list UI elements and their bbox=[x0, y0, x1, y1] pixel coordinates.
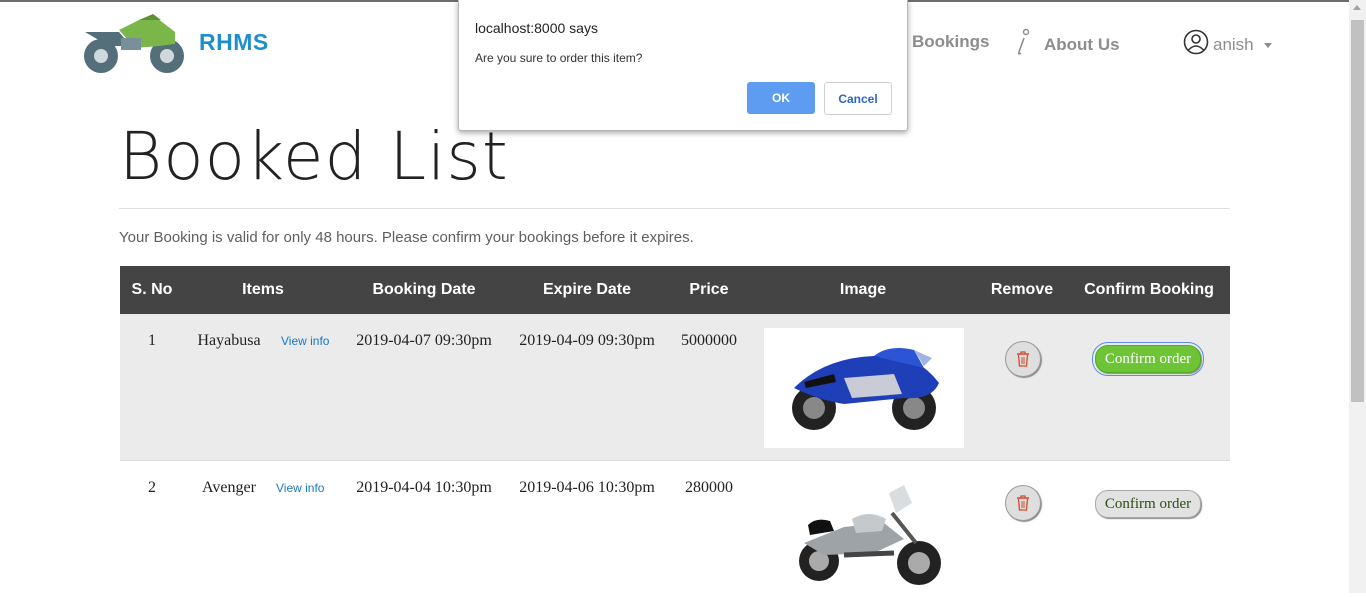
nav-bookings-label: Bookings bbox=[912, 32, 990, 51]
scrollbar-thumb[interactable] bbox=[1351, 20, 1364, 402]
logo[interactable] bbox=[79, 12, 189, 74]
col-confirm-booking: Confirm Booking bbox=[1084, 281, 1214, 298]
col-booking-date: Booking Date bbox=[372, 281, 476, 298]
row-booking-date: 2019-04-07 09:30pm bbox=[356, 332, 492, 349]
nav-about-link[interactable]: About Us bbox=[1014, 28, 1120, 61]
trash-icon bbox=[1017, 351, 1029, 367]
nav-bookings-link[interactable]: Bookings bbox=[896, 32, 989, 52]
info-icon bbox=[1014, 28, 1032, 61]
view-info-link[interactable]: View info bbox=[276, 481, 324, 495]
confirm-order-button[interactable]: Confirm order bbox=[1092, 342, 1204, 376]
dialog-title: localhost:8000 says bbox=[475, 20, 598, 36]
chevron-down-icon bbox=[1263, 43, 1272, 48]
row-price: 5000000 bbox=[681, 332, 737, 349]
row-expire-date: 2019-04-06 10:30pm bbox=[519, 479, 655, 496]
remove-button[interactable] bbox=[1005, 485, 1041, 521]
col-remove: Remove bbox=[990, 281, 1054, 298]
table-row: 2 Avenger View info 2019-04-04 10:30pm 2… bbox=[120, 461, 1230, 593]
col-image: Image bbox=[839, 281, 887, 298]
row-expire-date: 2019-04-09 09:30pm bbox=[519, 332, 655, 349]
silver-cruiser-motorcycle-image bbox=[799, 485, 941, 585]
table-row: 1 Hayabusa View info 2019-04-07 09:30pm … bbox=[120, 314, 1230, 461]
user-name: anish bbox=[1213, 34, 1254, 54]
row-price: 280000 bbox=[685, 479, 733, 496]
dialog-message: Are you sure to order this item? bbox=[475, 51, 643, 65]
col-price: Price bbox=[689, 281, 729, 298]
bike-image bbox=[764, 473, 964, 593]
confirm-dialog: localhost:8000 says Are you sure to orde… bbox=[458, 0, 908, 131]
ok-button[interactable]: OK bbox=[747, 82, 815, 114]
bike-image bbox=[764, 328, 964, 448]
page-scrollbar[interactable] bbox=[1349, 0, 1366, 593]
blue-sport-motorcycle-image bbox=[792, 348, 939, 430]
view-info-link[interactable]: View info bbox=[281, 334, 329, 348]
table-header: S. No Items Booking Date Expire Date Pri… bbox=[120, 266, 1230, 314]
confirm-order-button[interactable]: Confirm order bbox=[1095, 490, 1201, 518]
row-item-name: Hayabusa bbox=[197, 332, 261, 349]
trash-icon bbox=[1017, 495, 1029, 511]
col-sno: S. No bbox=[131, 281, 173, 298]
brand-name[interactable]: RHMS bbox=[199, 29, 269, 56]
booking-notice: Your Booking is valid for only 48 hours.… bbox=[119, 229, 694, 246]
page-title: Booked List bbox=[119, 118, 509, 195]
cancel-button[interactable]: Cancel bbox=[824, 82, 892, 115]
user-icon bbox=[1183, 29, 1209, 60]
col-items: Items bbox=[242, 281, 284, 298]
row-sno: 2 bbox=[148, 479, 156, 496]
nav-about-label: About Us bbox=[1044, 34, 1120, 54]
user-menu[interactable]: anish bbox=[1183, 29, 1272, 60]
motorcycle-logo-icon bbox=[84, 14, 184, 73]
col-expire-date: Expire Date bbox=[542, 281, 632, 298]
divider bbox=[119, 208, 1230, 209]
row-sno: 1 bbox=[148, 332, 156, 349]
row-booking-date: 2019-04-04 10:30pm bbox=[356, 479, 492, 496]
remove-button[interactable] bbox=[1005, 341, 1041, 377]
scroll-up-arrow-icon[interactable] bbox=[1353, 5, 1361, 10]
row-item-name: Avenger bbox=[202, 479, 256, 496]
